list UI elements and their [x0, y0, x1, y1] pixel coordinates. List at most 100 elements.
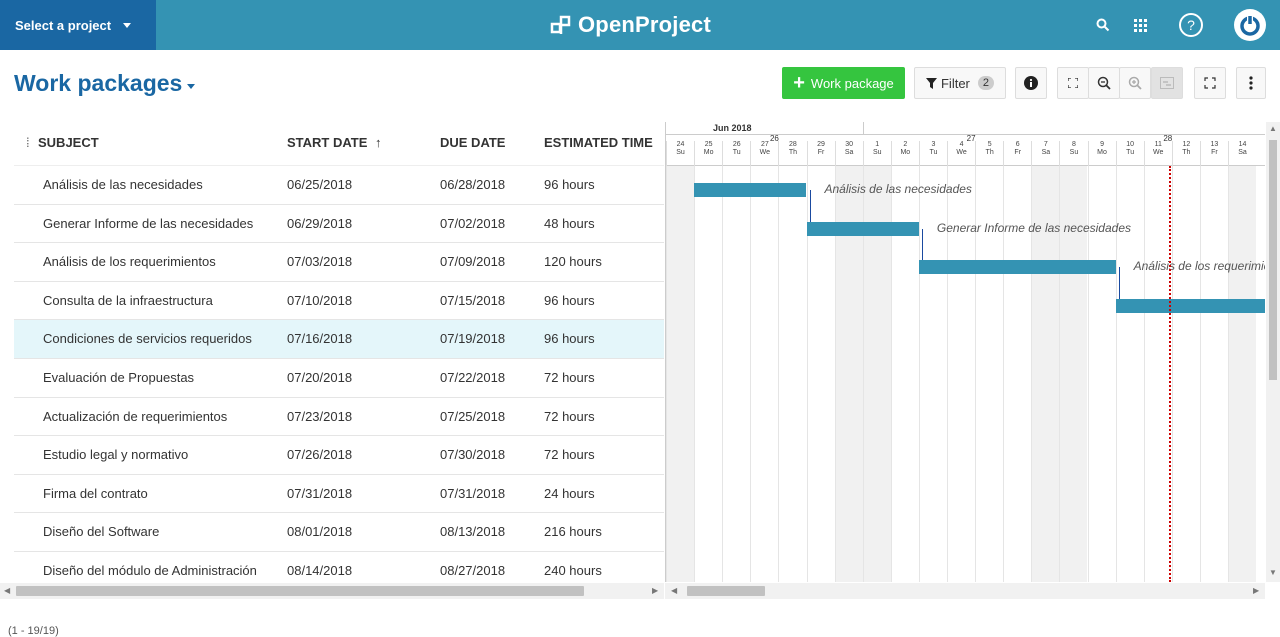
zoom-in-button[interactable] [1119, 67, 1151, 99]
zoom-out-button[interactable] [1088, 67, 1120, 99]
timeline-day: 5 Th [975, 141, 1003, 166]
scroll-up-icon[interactable]: ▲ [1269, 124, 1277, 133]
timeline-day-number: 1 [875, 141, 880, 148]
table-row[interactable]: Actualización de requerimientos 07/23/201… [14, 398, 664, 437]
day-gridline [918, 166, 920, 582]
filter-button[interactable]: Filter 2 [914, 67, 1006, 99]
gantt-bar-label: Generar Informe de las necesidades [936, 220, 1131, 235]
day-gridline [750, 166, 752, 582]
cell-subject[interactable]: Diseño del módulo de Administración [43, 563, 257, 578]
day-gridline [694, 166, 696, 582]
cell-subject[interactable]: Análisis de las necesidades [43, 177, 203, 192]
timeline-day-number: 11 [1154, 141, 1162, 148]
cell-subject[interactable]: Firma del contrato [43, 486, 148, 501]
table-row[interactable]: Análisis de las necesidades 06/25/2018 06/… [14, 166, 664, 205]
cell-subject[interactable]: Diseño del Software [43, 524, 159, 539]
day-gridline [1143, 166, 1145, 582]
vertical-scrollbar[interactable]: ▲ ▼ [1266, 122, 1280, 582]
column-header-subject[interactable]: SUBJECT [38, 135, 99, 150]
cell-subject[interactable]: Estudio legal y normativo [43, 447, 188, 462]
timeline-day-number: 26 [732, 141, 741, 148]
table-row[interactable]: Generar Informe de las necesidades 06/29/… [14, 205, 664, 244]
timeline-day-number: 13 [1210, 141, 1219, 148]
search-icon[interactable] [1090, 12, 1116, 38]
gantt-bar[interactable] [806, 221, 919, 236]
scroll-left-icon[interactable]: ◀ [671, 586, 677, 595]
scroll-right-icon[interactable]: ▶ [652, 586, 658, 595]
timeline-day-name: Fr [1211, 149, 1218, 156]
cell-due-date: 08/13/2018 [440, 524, 506, 540]
user-avatar-icon[interactable] [1233, 8, 1267, 42]
column-header-estimated-time[interactable]: ESTIMATED TIME [544, 135, 653, 150]
help-icon[interactable]: ? [1178, 12, 1204, 38]
column-header-due-date[interactable]: DUE DATE [440, 135, 505, 150]
month-divider [862, 122, 864, 134]
table-row[interactable]: Estudio legal y normativo 07/26/2018 07/30… [14, 436, 664, 475]
cell-estimated-time: 96 hours [544, 177, 595, 192]
gantt-bar[interactable] [918, 260, 1116, 275]
plus-icon: + [793, 72, 805, 94]
table-row[interactable]: Diseño del Software 08/01/2018 08/13/2018 2… [14, 513, 664, 552]
table-row[interactable]: Análisis de los requerimientos 07/03/2018… [14, 243, 664, 282]
timeline-day-number: 6 [1015, 141, 1020, 148]
table-row[interactable]: Evaluación de Propuestas 07/20/2018 07/22/… [14, 359, 664, 398]
cell-subject[interactable]: Condiciones de servicios requeridos [43, 331, 252, 346]
cell-start-date: 07/16/2018 [287, 331, 353, 347]
vertical-scroll-thumb[interactable] [1269, 140, 1277, 380]
day-gridline [1199, 166, 1201, 582]
cell-start-date: 07/20/2018 [287, 369, 353, 385]
fit-icon [1068, 78, 1078, 88]
table-scroll-thumb[interactable] [16, 586, 584, 596]
page-title: Work packages [14, 70, 183, 96]
timeline-icon [1160, 77, 1174, 89]
cell-start-date: 08/01/2018 [287, 524, 353, 540]
table-row[interactable]: Condiciones de servicios requeridos 07/16… [14, 320, 664, 359]
timeline-day: 24 Su [666, 141, 694, 166]
table-horizontal-scrollbar[interactable]: ◀ ▶ [0, 583, 664, 599]
cell-due-date: 07/19/2018 [440, 331, 506, 347]
cell-due-date: 07/25/2018 [440, 408, 506, 424]
gantt-scroll-thumb[interactable] [687, 586, 765, 596]
column-header-start-date[interactable]: START DATE ↑ [287, 135, 382, 150]
gantt-horizontal-scrollbar[interactable]: ◀ ▶ [665, 583, 1265, 599]
column-resize-icon[interactable]: ⁞ [26, 135, 30, 150]
table-row[interactable]: Consulta de la infraestructura 07/10/2018… [14, 282, 664, 321]
cell-subject[interactable]: Generar Informe de las necesidades [43, 216, 253, 231]
fullscreen-button[interactable] [1194, 67, 1226, 99]
grid-menu-icon[interactable] [1127, 12, 1153, 38]
cell-start-date: 07/23/2018 [287, 408, 353, 424]
cell-start-date: 06/29/2018 [287, 215, 353, 231]
cell-start-date: 08/14/2018 [287, 562, 353, 578]
add-work-package-button[interactable]: + Work package [782, 67, 905, 99]
scroll-left-icon[interactable]: ◀ [4, 586, 10, 595]
logo-text: OpenProject [578, 12, 712, 37]
timeline-toggle-button[interactable] [1151, 67, 1183, 99]
gantt-bar[interactable] [694, 183, 807, 197]
cell-start-date: 07/26/2018 [287, 447, 353, 463]
top-header: Select a project OpenProject ? [0, 0, 1280, 50]
logo[interactable]: OpenProject [550, 9, 711, 41]
timeline-day-name: Tu [1126, 149, 1135, 156]
cell-estimated-time: 96 hours [544, 292, 595, 308]
cell-subject[interactable]: Consulta de la infraestructura [43, 293, 213, 308]
cell-subject[interactable]: Actualización de requerimientos [43, 409, 227, 424]
cell-estimated-time: 72 hours [544, 447, 595, 463]
more-menu-button[interactable] [1236, 67, 1266, 99]
timeline-day: 12 Th [1171, 141, 1200, 166]
timeline-day-number: 3 [931, 141, 936, 148]
cell-estimated-time: 48 hours [544, 215, 595, 231]
scroll-right-icon[interactable]: ▶ [1253, 586, 1259, 595]
cell-subject[interactable]: Evaluación de Propuestas [43, 370, 194, 385]
table-row[interactable]: Firma del contrato 07/31/2018 07/31/2018 24… [14, 475, 664, 514]
zoom-out-icon [1097, 76, 1111, 90]
scroll-down-icon[interactable]: ▼ [1269, 568, 1277, 577]
cell-estimated-time: 24 hours [544, 485, 595, 501]
cell-subject[interactable]: Análisis de los requerimientos [43, 254, 216, 269]
filter-label: Filter [940, 75, 970, 91]
details-view-button[interactable] [1015, 67, 1047, 99]
page-title-dropdown[interactable]: Work packages [14, 70, 196, 97]
gantt-bar[interactable] [1115, 298, 1265, 313]
table-body: Análisis de las necesidades 06/25/2018 06/… [14, 166, 664, 591]
zoom-auto-button[interactable] [1057, 67, 1089, 99]
project-select-button[interactable]: Select a project [0, 0, 156, 50]
